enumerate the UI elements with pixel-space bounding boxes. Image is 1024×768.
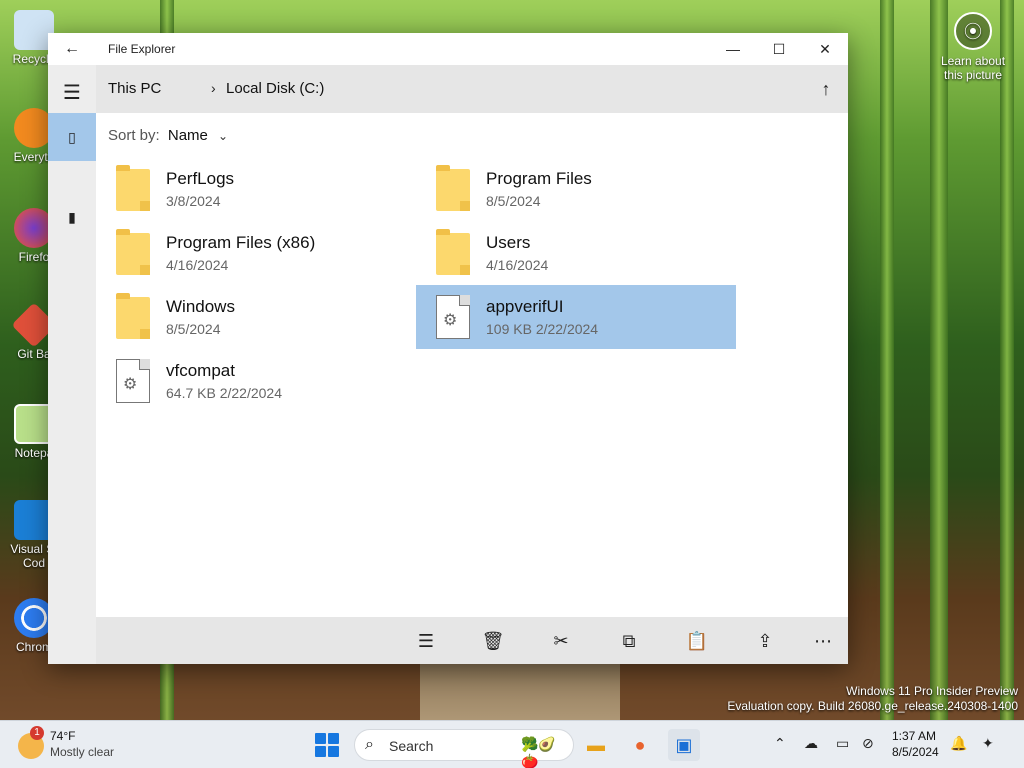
item-meta: 3/8/2024 [166, 193, 221, 209]
network-icon[interactable]: ☁ [804, 735, 818, 752]
watermark-line-2: Evaluation copy. Build 26080.ge_release.… [727, 699, 1018, 713]
usb-drive-icon: ▮ [68, 209, 76, 225]
item-name: Windows [166, 297, 235, 316]
file-explorer-window: ← File Explorer — ☐ ✕ ☰ ▯ ▮ This PC › Lo… [48, 33, 848, 664]
paste-icon[interactable]: 📋 [681, 625, 713, 657]
item-appverifui[interactable]: ⚙ appverifUI 109 KB 2/22/2024 [416, 285, 736, 349]
window-title: File Explorer [108, 42, 176, 56]
gear-icon: ⚙ [443, 312, 458, 329]
copy-icon[interactable]: ⧉ [613, 625, 645, 657]
item-name: vfcompat [166, 361, 235, 380]
minimize-button[interactable]: — [710, 33, 756, 65]
device-icon: ▯ [68, 129, 76, 145]
volume-muted-icon[interactable]: ⊘ [862, 735, 874, 752]
item-vfcompat[interactable]: ⚙ vfcompat 64.7 KB 2/22/2024 [96, 349, 416, 413]
up-arrow-icon[interactable]: ↑ [812, 75, 840, 103]
folder-icon [436, 165, 470, 211]
start-logo-pane [315, 746, 326, 757]
forest-path [420, 660, 620, 720]
display-icon[interactable]: ▭ [836, 735, 849, 752]
start-logo-pane [328, 746, 339, 757]
search-highlight-icon: 🥦🥑🍅 [521, 736, 556, 768]
breadcrumb-chevron-icon: › [211, 80, 216, 96]
gear-icon: ⚙ [123, 376, 138, 393]
weather-description[interactable]: Mostly clear [50, 745, 114, 759]
clock-date[interactable]: 8/5/2024 [892, 745, 939, 759]
sort-value: Name [167, 127, 208, 144]
item-meta: 4/16/2024 [486, 257, 549, 273]
item-perflogs[interactable]: PerfLogs 3/8/2024 [96, 157, 416, 221]
learn-line-1: Learn about [940, 54, 1006, 68]
item-meta: 64.7 KB 2/22/2024 [166, 385, 282, 401]
folder-icon [116, 293, 150, 339]
notification-badge: 1 [30, 726, 44, 740]
close-button[interactable]: ✕ [802, 33, 848, 65]
search-placeholder: Search [389, 738, 434, 754]
item-name: appverifUI [486, 297, 564, 316]
folder-icon [116, 165, 150, 211]
hamburger-menu-icon[interactable]: ☰ [48, 73, 96, 113]
application-file-icon: ⚙ [116, 359, 150, 403]
item-meta: 8/5/2024 [486, 193, 541, 209]
windows-watermark: Windows 11 Pro Insider Preview Evaluatio… [727, 684, 1018, 714]
back-arrow-icon[interactable]: ← [62, 39, 82, 59]
taskbar: 1 74°F Mostly clear ⌕ Search 🥦🥑🍅 ▬ ● ▣ ⌃… [0, 720, 1024, 768]
item-name: Program Files [486, 169, 592, 188]
delete-icon[interactable]: 🗑 [477, 625, 509, 657]
taskbar-search-box[interactable]: ⌕ Search 🥦🥑🍅 [354, 729, 574, 768]
more-options-icon[interactable]: ⋯ [807, 625, 839, 657]
folder-icon [116, 229, 150, 275]
navigation-pane: ☰ ▯ ▮ [48, 65, 96, 664]
sort-label: Sort by: [108, 127, 160, 144]
title-bar: ← File Explorer — ☐ ✕ [48, 33, 848, 65]
chevron-down-icon: ⌄ [218, 129, 229, 143]
camera-icon: ⦿ [954, 12, 992, 50]
bamboo-stalk [930, 0, 948, 720]
item-name: Users [486, 233, 531, 252]
select-mode-icon[interactable]: ☰ [410, 625, 442, 657]
address-bar: This PC › Local Disk (C:) ↑ [96, 65, 848, 113]
item-program-files-x86[interactable]: Program Files (x86) 4/16/2024 [96, 221, 416, 285]
share-icon[interactable]: ⇪ [749, 625, 781, 657]
cut-icon[interactable]: ✂ [545, 625, 577, 657]
clock-time[interactable]: 1:37 AM [892, 729, 936, 743]
application-file-icon: ⚙ [436, 295, 470, 339]
search-icon: ⌕ [365, 736, 374, 753]
taskbar-firefox-icon[interactable]: ● [624, 729, 656, 761]
item-meta: 8/5/2024 [166, 321, 221, 337]
bamboo-stalk [880, 0, 894, 720]
breadcrumb-this-pc[interactable]: This PC [108, 80, 161, 97]
watermark-line-1: Windows 11 Pro Insider Preview [846, 684, 1018, 698]
folder-icon [436, 229, 470, 275]
start-logo-pane [315, 733, 326, 744]
start-logo-pane [328, 733, 339, 744]
start-button[interactable] [315, 733, 339, 757]
notification-bell-icon[interactable]: 🔔 [950, 735, 967, 752]
learn-line-2: this picture [943, 68, 1003, 82]
nav-usb-drive[interactable]: ▮ [48, 193, 96, 241]
weather-temperature[interactable]: 74°F [50, 729, 75, 743]
item-meta: 4/16/2024 [166, 257, 229, 273]
item-users[interactable]: Users 4/16/2024 [416, 221, 736, 285]
item-name: PerfLogs [166, 169, 235, 188]
breadcrumb-local-disk[interactable]: Local Disk (C:) [226, 80, 324, 97]
learn-about-picture[interactable]: ⦿ Learn about this picture [934, 12, 1012, 82]
bamboo-stalk [1000, 0, 1014, 720]
item-windows[interactable]: Windows 8/5/2024 [96, 285, 416, 349]
show-hidden-icons-chevron-up-icon[interactable]: ⌃ [774, 735, 786, 752]
item-program-files[interactable]: Program Files 8/5/2024 [416, 157, 736, 221]
copilot-icon[interactable]: ✦ [982, 735, 994, 752]
taskbar-active-app-icon[interactable]: ▣ [668, 729, 700, 761]
item-meta: 109 KB 2/22/2024 [486, 321, 599, 337]
command-bar: ☰ 🗑 ✂ ⧉ 📋 ⇪ ⋯ [96, 617, 848, 664]
nav-this-pc[interactable]: ▯ [48, 113, 96, 161]
sort-control[interactable]: Sort by: Name ⌄ [108, 127, 228, 144]
taskbar-file-explorer-icon[interactable]: ▬ [580, 729, 612, 761]
maximize-button[interactable]: ☐ [756, 33, 802, 65]
item-name: Program Files (x86) [166, 233, 316, 252]
